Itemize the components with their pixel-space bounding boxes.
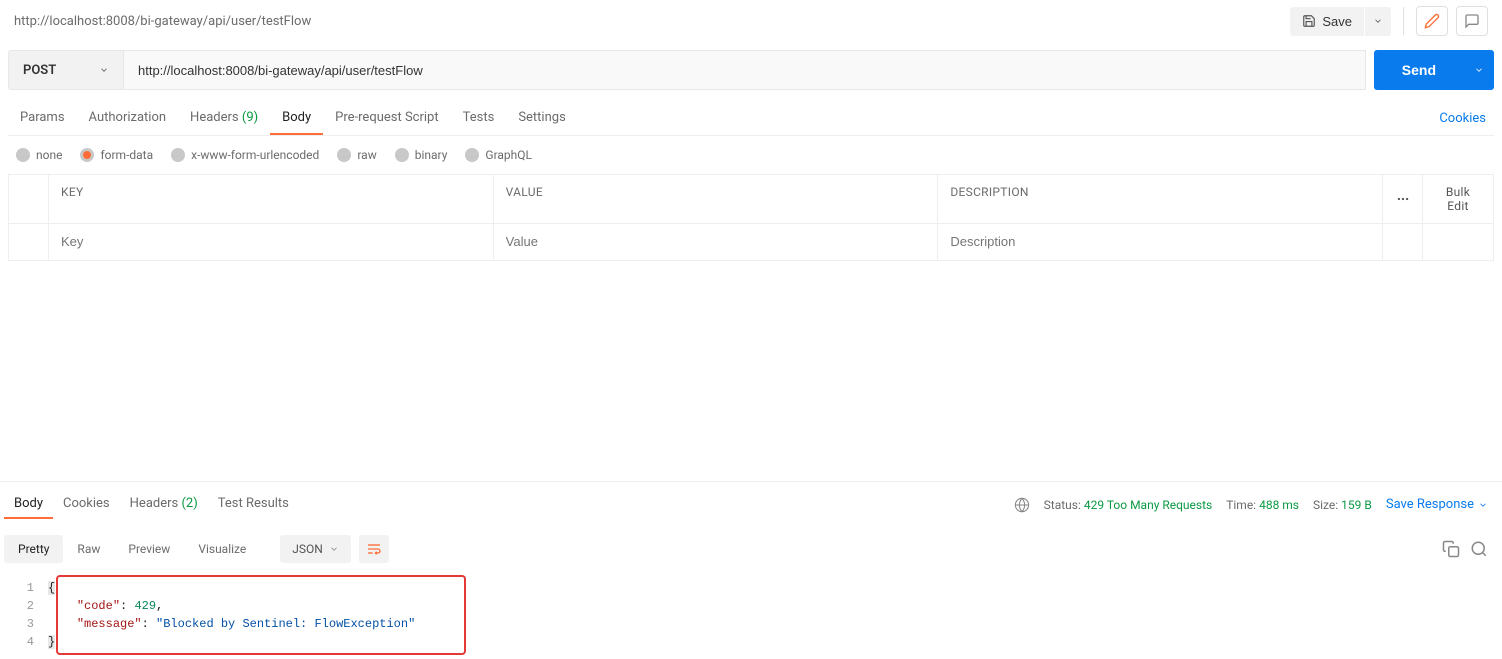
cookies-link[interactable]: Cookies [1439,111,1494,126]
value-input[interactable] [506,234,926,249]
tab-headers[interactable]: Headers (9) [178,102,270,135]
view-pretty[interactable]: Pretty [4,535,63,563]
col-description: DESCRIPTION [938,175,1383,223]
comments-button[interactable] [1456,6,1488,36]
chevron-down-icon [1373,16,1383,26]
tab-headers-label: Headers [190,110,239,125]
chevron-down-icon [99,65,109,75]
time-value: 488 ms [1259,498,1299,512]
globe-icon[interactable] [1014,497,1030,513]
radio-icon [16,148,30,162]
body-type-binary[interactable]: binary [395,148,448,162]
tab-prerequest[interactable]: Pre-request Script [323,102,450,135]
view-preview[interactable]: Preview [114,535,184,563]
response-tab-headers-count: (2) [181,496,197,511]
chevron-down-icon [1478,500,1488,510]
view-raw[interactable]: Raw [63,535,114,563]
size-label: Size: [1313,498,1338,512]
tab-body[interactable]: Body [270,102,323,135]
view-visualize[interactable]: Visualize [184,535,260,563]
save-response-button[interactable]: Save Response [1386,497,1488,512]
edit-button[interactable] [1416,6,1448,36]
url-input[interactable] [123,50,1366,90]
response-tab-headers-label: Headers [130,496,179,511]
format-select[interactable]: JSON [280,535,351,563]
copy-icon[interactable] [1442,540,1460,558]
response-tab-headers[interactable]: Headers (2) [120,490,208,519]
response-tab-cookies[interactable]: Cookies [53,490,120,519]
save-label: Save [1322,14,1352,29]
body-type-raw[interactable]: raw [337,148,376,162]
col-value: VALUE [494,175,939,223]
comment-icon [1464,13,1480,29]
radio-icon [395,148,409,162]
tab-settings[interactable]: Settings [506,102,577,135]
divider [1403,7,1404,35]
body-type-graphql[interactable]: GraphQL [465,148,532,162]
request-title: http://localhost:8008/bi-gateway/api/use… [14,14,1290,29]
method-select[interactable]: POST [8,50,123,90]
tab-params[interactable]: Params [8,102,77,135]
response-tab-body[interactable]: Body [4,490,53,519]
form-data-table: KEY VALUE DESCRIPTION Bulk Edit [8,174,1494,261]
body-type-form-data[interactable]: form-data [80,148,153,162]
body-type-none[interactable]: none [16,148,62,162]
status-value: 429 Too Many Requests [1084,498,1212,512]
radio-icon [465,148,479,162]
radio-icon [337,148,351,162]
body-type-urlencoded[interactable]: x-www-form-urlencoded [171,148,319,162]
tab-headers-count: (9) [242,110,258,125]
status-label: Status: [1044,498,1081,512]
save-icon [1302,14,1316,28]
chevron-down-icon [1474,65,1484,75]
send-button[interactable]: Send [1374,50,1464,90]
wrap-icon [366,541,382,557]
more-horizontal-icon [1396,192,1410,206]
send-dropdown-button[interactable] [1464,50,1494,90]
size-value: 159 B [1341,498,1372,512]
col-key: KEY [49,175,494,223]
response-body-code[interactable]: 1{ 2 "code": 429, 3 "message": "Blocked … [8,575,1494,655]
response-tab-test-results[interactable]: Test Results [208,490,299,519]
wrap-lines-button[interactable] [359,535,389,563]
radio-icon [80,148,94,162]
radio-icon [171,148,185,162]
pencil-icon [1424,13,1440,29]
key-input[interactable] [61,234,481,249]
save-button[interactable]: Save [1290,7,1364,36]
time-label: Time: [1226,498,1256,512]
tab-authorization[interactable]: Authorization [77,102,179,135]
col-options-button[interactable] [1383,175,1423,223]
bulk-edit-button[interactable]: Bulk Edit [1423,175,1493,223]
method-value: POST [23,63,56,78]
tab-tests[interactable]: Tests [451,102,507,135]
description-input[interactable] [950,234,1370,249]
save-dropdown-button[interactable] [1365,7,1391,36]
format-value: JSON [292,542,323,556]
chevron-down-icon [329,544,339,554]
search-icon[interactable] [1470,540,1488,558]
